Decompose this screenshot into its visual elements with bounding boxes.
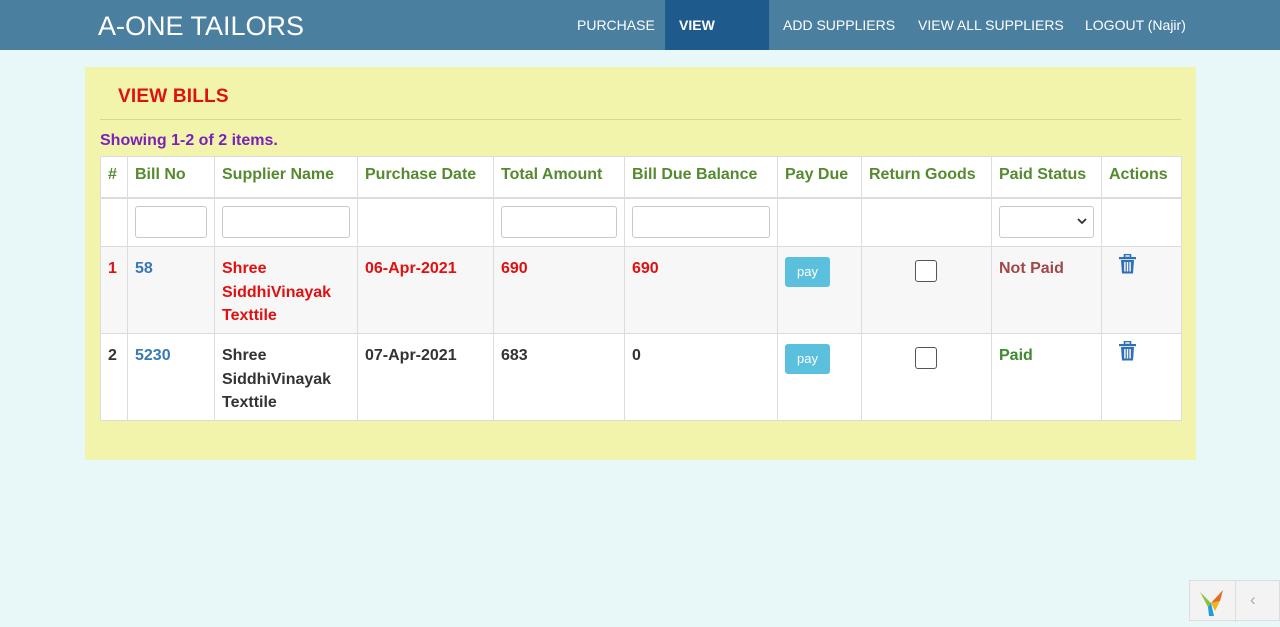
bills-table: # Bill No Supplier Name Purchase Date To… xyxy=(100,156,1182,421)
page-title: VIEW BILLS xyxy=(118,86,229,107)
total-amount: 683 xyxy=(493,333,625,421)
col-header-purchase-date[interactable]: Purchase Date xyxy=(357,156,494,199)
nav-view-bills[interactable]: VIEW BILLS xyxy=(665,0,769,83)
yii-logo-icon[interactable] xyxy=(1190,581,1236,622)
nav-purchase[interactable]: PURCHASE xyxy=(563,0,669,50)
paid-status: Not Paid xyxy=(991,246,1102,334)
filter-bill-no-input[interactable] xyxy=(135,206,207,239)
row-index: 2 xyxy=(100,333,128,421)
pay-button[interactable]: pay xyxy=(785,257,830,287)
nav-logout[interactable]: LOGOUT (Najir) xyxy=(1071,0,1200,50)
table-row: 2 5230 Shree SiddhiVinayak Texttile 07-A… xyxy=(100,333,1182,421)
top-navbar: A-ONE TAILORS PURCHASE VIEW BILLS ADD SU… xyxy=(0,0,1280,83)
col-header-index: # xyxy=(100,156,128,199)
filter-total-amount-input[interactable] xyxy=(501,206,617,239)
col-header-paid-status[interactable]: Paid Status xyxy=(991,156,1102,199)
trash-icon[interactable] xyxy=(1119,253,1136,282)
bill-due-balance: 690 xyxy=(624,246,778,334)
col-header-total-amount[interactable]: Total Amount xyxy=(493,156,625,199)
col-header-actions: Actions xyxy=(1101,156,1182,199)
bill-no-link[interactable]: 5230 xyxy=(127,333,215,421)
purchase-date: 07-Apr-2021 xyxy=(357,333,494,421)
col-header-supplier-name[interactable]: Supplier Name xyxy=(214,156,358,199)
pay-button[interactable]: pay xyxy=(785,344,830,374)
trash-icon[interactable] xyxy=(1119,340,1136,369)
bill-due-balance: 0 xyxy=(624,333,778,421)
table-row: 1 58 Shree SiddhiVinayak Texttile 06-Apr… xyxy=(100,246,1182,334)
debug-toolbar: ‹ xyxy=(1189,580,1280,622)
chevron-left-icon[interactable]: ‹ xyxy=(1250,590,1256,610)
purchase-date: 06-Apr-2021 xyxy=(357,246,494,334)
supplier-name: Shree SiddhiVinayak Texttile xyxy=(214,246,358,334)
title-divider xyxy=(100,119,1181,120)
col-header-return-goods: Return Goods xyxy=(861,156,992,199)
chevron-down-icon xyxy=(1077,213,1087,232)
col-header-bill-no[interactable]: Bill No xyxy=(127,156,215,199)
nav-view-all-suppliers[interactable]: VIEW ALL SUPPLIERS xyxy=(904,0,1078,50)
grid-summary: Showing 1-2 of 2 items. xyxy=(100,132,278,149)
paid-status: Paid xyxy=(991,333,1102,421)
filter-bill-due-balance-input[interactable] xyxy=(632,206,770,239)
bill-no-link[interactable]: 58 xyxy=(127,246,215,334)
header-row: # Bill No Supplier Name Purchase Date To… xyxy=(100,156,1182,199)
total-amount: 690 xyxy=(493,246,625,334)
brand-logo[interactable]: A-ONE TAILORS xyxy=(98,10,304,42)
row-index: 1 xyxy=(100,246,128,334)
bills-panel: VIEW BILLS Showing 1-2 of 2 items. # Bil… xyxy=(85,67,1196,460)
filter-paid-status-select[interactable] xyxy=(999,206,1094,239)
return-goods-checkbox[interactable] xyxy=(915,260,937,282)
col-header-pay-due: Pay Due xyxy=(777,156,862,199)
filter-supplier-name-input[interactable] xyxy=(222,206,350,239)
supplier-name: Shree SiddhiVinayak Texttile xyxy=(214,333,358,421)
return-goods-checkbox[interactable] xyxy=(915,347,937,369)
filter-row xyxy=(100,197,1182,247)
col-header-bill-due-balance[interactable]: Bill Due Balance xyxy=(624,156,778,199)
nav-add-suppliers[interactable]: ADD SUPPLIERS xyxy=(769,0,909,50)
